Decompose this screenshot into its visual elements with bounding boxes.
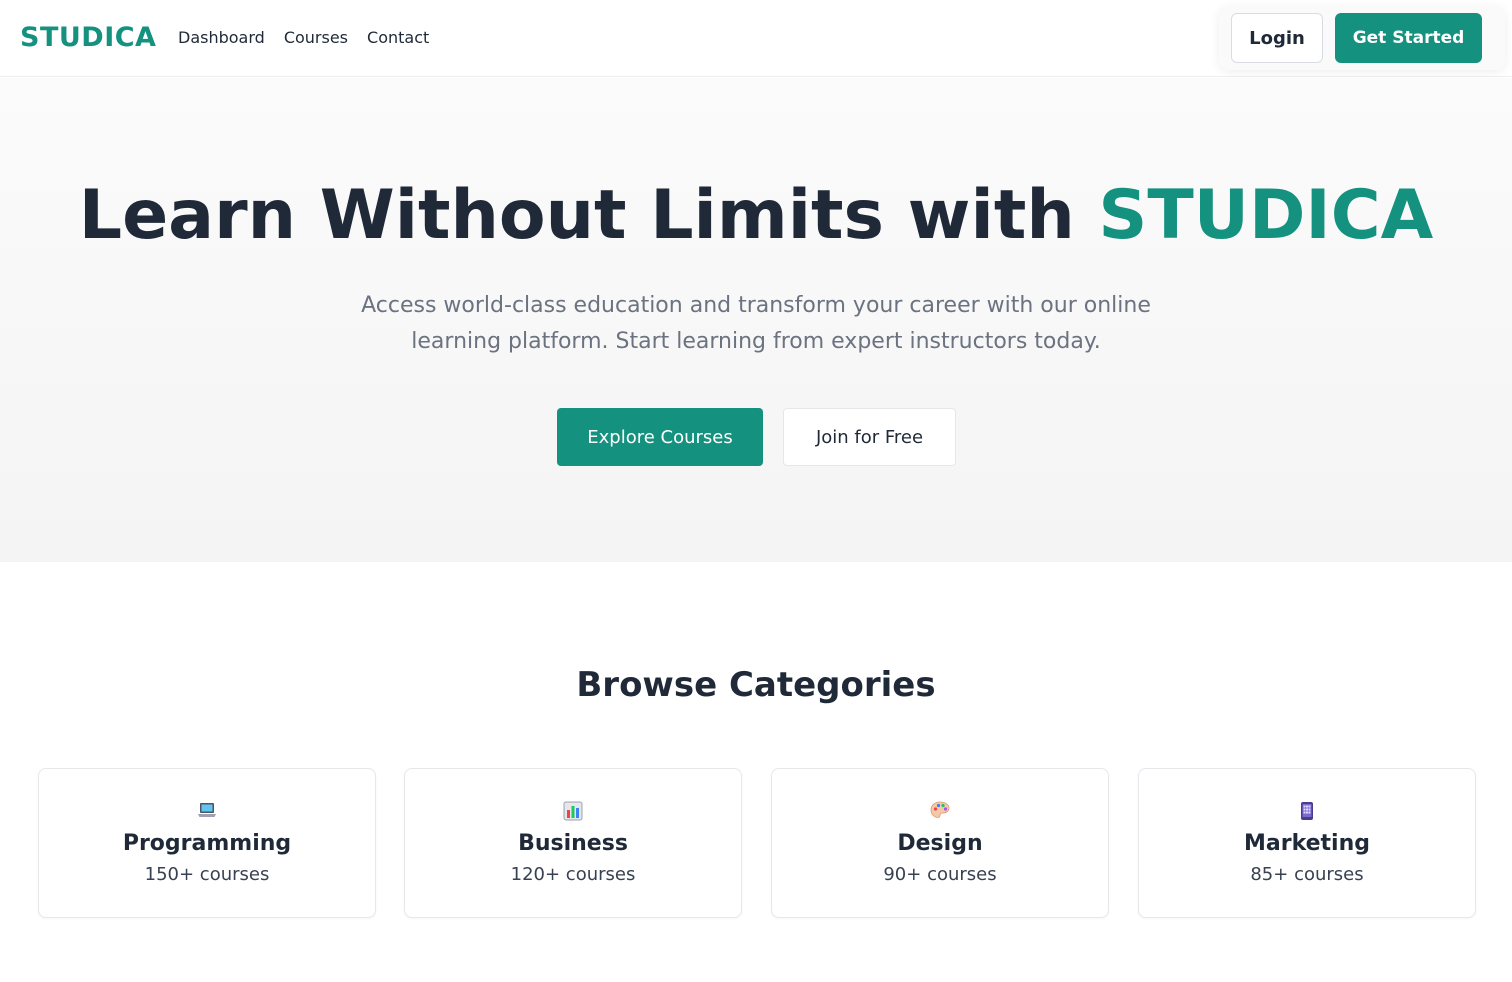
- category-card-business[interactable]: Business 120+ courses: [404, 768, 742, 918]
- category-name: Programming: [122, 831, 292, 856]
- hero-subtitle: Access world-class education and transfo…: [361, 293, 1151, 354]
- laptop-icon: [39, 801, 375, 821]
- mobile-phone-icon: [1139, 801, 1475, 821]
- categories-title: Browse Categories: [576, 665, 936, 705]
- nav-link-courses[interactable]: Courses: [284, 27, 348, 49]
- category-count: 90+ courses: [883, 864, 997, 885]
- hero-title: Learn Without Limits with STUDICA: [0, 176, 1512, 256]
- hero-section: Learn Without Limits with STUDICA Access…: [0, 78, 1512, 562]
- nav-actions: Login Get Started: [1219, 6, 1505, 70]
- category-card-marketing[interactable]: Marketing 85+ courses: [1138, 768, 1476, 918]
- get-started-button[interactable]: Get Started: [1335, 13, 1482, 63]
- nav-link-contact[interactable]: Contact: [367, 27, 429, 49]
- category-name: Business: [518, 831, 628, 856]
- hero-title-main: Learn Without Limits with: [78, 176, 1099, 255]
- category-name: Marketing: [1243, 831, 1371, 856]
- logo[interactable]: STUDICA: [20, 21, 156, 55]
- category-count: 150+ courses: [144, 864, 270, 885]
- category-count: 85+ courses: [1250, 864, 1364, 885]
- palette-icon: [772, 801, 1108, 821]
- join-for-free-button[interactable]: Join for Free: [783, 408, 956, 466]
- nav-link-dashboard[interactable]: Dashboard: [178, 27, 265, 49]
- bar-chart-icon: [405, 801, 741, 821]
- category-card-design[interactable]: Design 90+ courses: [771, 768, 1109, 918]
- hero-title-brand: STUDICA: [1098, 176, 1434, 255]
- category-count: 120+ courses: [510, 864, 636, 885]
- navbar: STUDICA Dashboard Courses Contact Login …: [0, 0, 1512, 77]
- login-button[interactable]: Login: [1231, 13, 1323, 63]
- category-name: Design: [897, 831, 983, 856]
- nav-links: Dashboard Courses Contact: [178, 27, 429, 49]
- explore-courses-button[interactable]: Explore Courses: [557, 408, 763, 466]
- category-card-programming[interactable]: Programming 150+ courses: [38, 768, 376, 918]
